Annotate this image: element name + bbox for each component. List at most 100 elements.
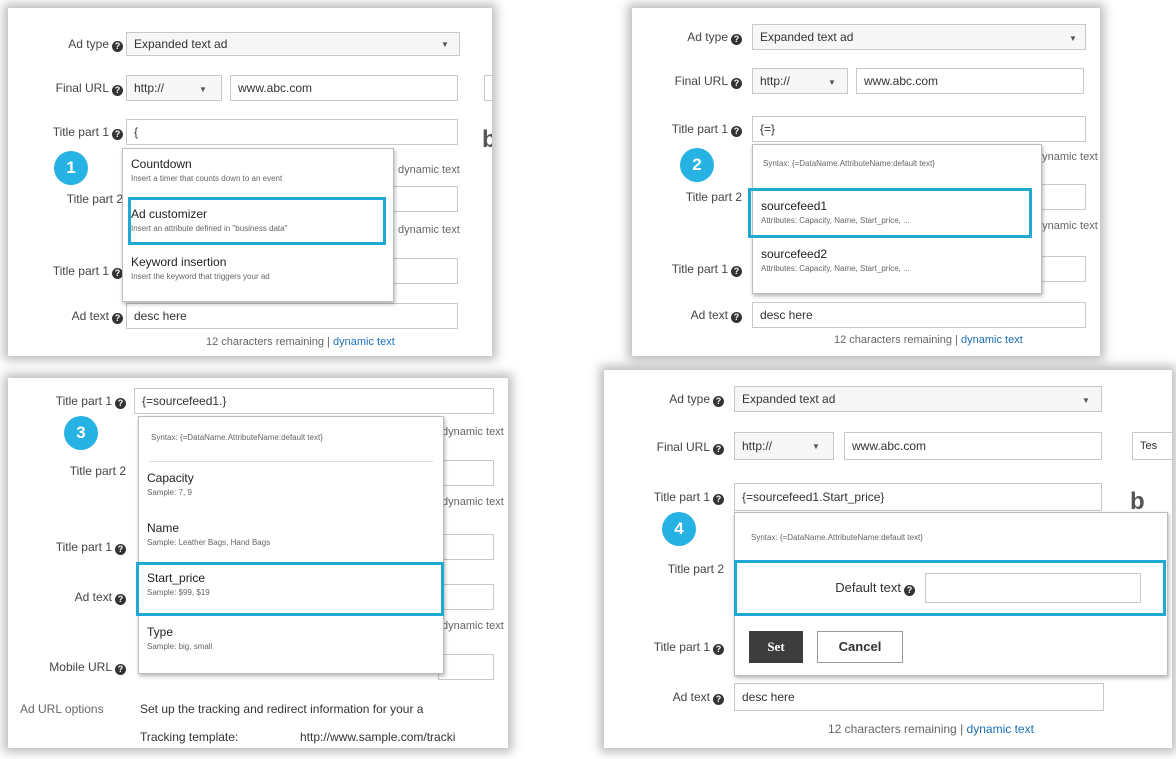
help-icon[interactable]: ?: [115, 594, 126, 605]
ad-type-label: Ad type?: [604, 392, 724, 407]
help-icon[interactable]: ?: [731, 78, 742, 89]
dynamic-text-link[interactable]: dynamic text: [442, 620, 504, 632]
help-icon[interactable]: ?: [112, 129, 123, 140]
help-icon[interactable]: ?: [112, 41, 123, 52]
title-part-2-input[interactable]: [438, 460, 494, 486]
dynamic-text-link[interactable]: dynamic text: [961, 334, 1023, 346]
option-keyword-insertion[interactable]: Keyword insertion Insert the keyword that…: [131, 255, 385, 281]
final-url-label: Final URL?: [18, 81, 123, 96]
final-url-input[interactable]: www.abc.com: [844, 432, 1102, 460]
step-badge: 2: [680, 148, 714, 182]
panel-step-1: Ad type? Expanded text ad ▼ Final URL? h…: [8, 8, 492, 356]
divider: [149, 461, 433, 462]
title-part-1-input[interactable]: {=sourcefeed1.Start_price}: [734, 483, 1102, 511]
test-button[interactable]: Tes: [1132, 432, 1172, 460]
title-part-2-label: Title part 2: [66, 192, 123, 206]
chevron-down-icon: ▼: [441, 40, 449, 49]
ad-type-select[interactable]: Expanded text ad: [734, 386, 1102, 412]
syntax-hint: Syntax: {=DataName.AttributeName:default…: [763, 159, 935, 168]
help-icon[interactable]: ?: [731, 126, 742, 137]
mobile-url-input[interactable]: [438, 654, 494, 680]
chevron-down-icon: ▼: [1069, 34, 1077, 43]
option-capacity[interactable]: Capacity Sample: 7, 9: [147, 471, 435, 497]
ad-text-label: Ad text?: [18, 309, 123, 324]
mobile-url-label: Mobile URL?: [8, 660, 126, 675]
ad-text-label: Ad text?: [604, 690, 724, 705]
step-badge: 4: [662, 512, 696, 546]
protocol-select[interactable]: http://: [126, 75, 222, 101]
chevron-down-icon: ▼: [828, 78, 836, 87]
chars-remaining: 12 characters remaining | dynamic text: [828, 722, 1034, 736]
help-icon[interactable]: ?: [115, 664, 126, 675]
tracking-template-label: Tracking template:: [140, 730, 239, 744]
help-icon[interactable]: ?: [713, 644, 724, 655]
title-part-2-label: Title part 2: [69, 464, 126, 478]
title-part-2-label: Title part 2: [685, 190, 742, 204]
syntax-hint: Syntax: {=DataName.AttributeName:default…: [151, 433, 323, 442]
ad-text-label: Ad text?: [632, 308, 742, 323]
dynamic-text-link[interactable]: dynamic text: [1036, 151, 1098, 163]
title-part-1-label: Title part 1?: [18, 264, 123, 279]
panel-step-2: Ad type? Expanded text ad ▼ Final URL? h…: [632, 8, 1100, 356]
dynamic-text-link[interactable]: dynamic text: [442, 496, 504, 508]
help-icon[interactable]: ?: [731, 312, 742, 323]
help-icon[interactable]: ?: [731, 34, 742, 45]
test-button[interactable]: [484, 75, 492, 101]
dynamic-text-link[interactable]: dynamic text: [398, 224, 460, 236]
title-part-1-label: Title part 1?: [604, 640, 724, 655]
chars-remaining: 12 characters remaining | dynamic text: [206, 336, 395, 348]
ad-text-input[interactable]: desc here: [752, 302, 1086, 328]
ad-url-options-link[interactable]: Ad URL options: [20, 702, 104, 716]
option-name[interactable]: Name Sample: Leather Bags, Hand Bags: [147, 521, 435, 547]
help-icon[interactable]: ?: [115, 398, 126, 409]
help-icon[interactable]: ?: [112, 313, 123, 324]
ad-type-label: Ad type?: [18, 37, 123, 52]
highlight-box: [748, 188, 1032, 238]
cancel-button[interactable]: Cancel: [817, 631, 903, 663]
dynamic-text-link[interactable]: dynamic text: [398, 164, 460, 176]
dynamic-text-link[interactable]: dynamic text: [1036, 220, 1098, 232]
ad-type-select[interactable]: Expanded text ad: [126, 32, 460, 56]
chevron-down-icon: ▼: [812, 442, 820, 451]
help-icon[interactable]: ?: [713, 444, 724, 455]
chevron-down-icon: ▼: [199, 85, 207, 94]
dynamic-text-link[interactable]: dynamic text: [442, 426, 504, 438]
help-icon[interactable]: ?: [112, 85, 123, 96]
help-icon[interactable]: ?: [731, 266, 742, 277]
title-part-1-input[interactable]: {=}: [752, 116, 1086, 142]
final-url-input[interactable]: www.abc.com: [230, 75, 458, 101]
title-part-1-input[interactable]: {: [126, 119, 458, 145]
ad-type-label: Ad type?: [632, 30, 742, 45]
highlight-box: [734, 560, 1166, 616]
chars-remaining: 12 characters remaining | dynamic text: [834, 334, 1023, 346]
chevron-down-icon: ▼: [1082, 396, 1090, 405]
option-countdown[interactable]: Countdown Insert a timer that counts down…: [131, 157, 385, 183]
dynamic-text-link[interactable]: dynamic text: [967, 722, 1034, 736]
highlight-box: [136, 562, 444, 616]
ad-text-input[interactable]: desc here: [126, 303, 458, 329]
title-part-1-input[interactable]: {=sourcefeed1.}: [134, 388, 494, 414]
ad-text-input[interactable]: [438, 584, 494, 610]
panel-step-3: Title part 1? {=sourcefeed1.} 3 Title pa…: [8, 378, 508, 748]
ad-type-select[interactable]: Expanded text ad: [752, 24, 1086, 50]
set-button[interactable]: Set: [749, 631, 803, 663]
title-part-1-label: Title part 1?: [604, 490, 724, 505]
title-part-1-label: Title part 1?: [632, 122, 742, 137]
option-sourcefeed2[interactable]: sourcefeed2 Attributes: Capacity, Name, S…: [761, 247, 1033, 273]
panel-step-4: Ad type? Expanded text ad ▼ Final URL? h…: [604, 370, 1172, 748]
help-icon[interactable]: ?: [115, 544, 126, 555]
dynamic-text-link[interactable]: dynamic text: [333, 336, 395, 348]
bing-logo: b: [482, 126, 492, 153]
option-type[interactable]: Type Sample: big, small: [147, 625, 435, 651]
help-icon[interactable]: ?: [713, 396, 724, 407]
tracking-template-value: http://www.sample.com/tracki: [300, 730, 456, 744]
help-icon[interactable]: ?: [713, 694, 724, 705]
help-icon[interactable]: ?: [713, 494, 724, 505]
final-url-input[interactable]: www.abc.com: [856, 68, 1084, 94]
syntax-hint: Syntax: {=DataName.AttributeName:default…: [751, 533, 923, 542]
ad-text-input[interactable]: desc here: [734, 683, 1104, 711]
title-part-1-label: Title part 1?: [8, 394, 126, 409]
title-part-1-label: Title part 1?: [8, 540, 126, 555]
title-part-3-input[interactable]: [438, 534, 494, 560]
highlight-box: [128, 197, 386, 245]
